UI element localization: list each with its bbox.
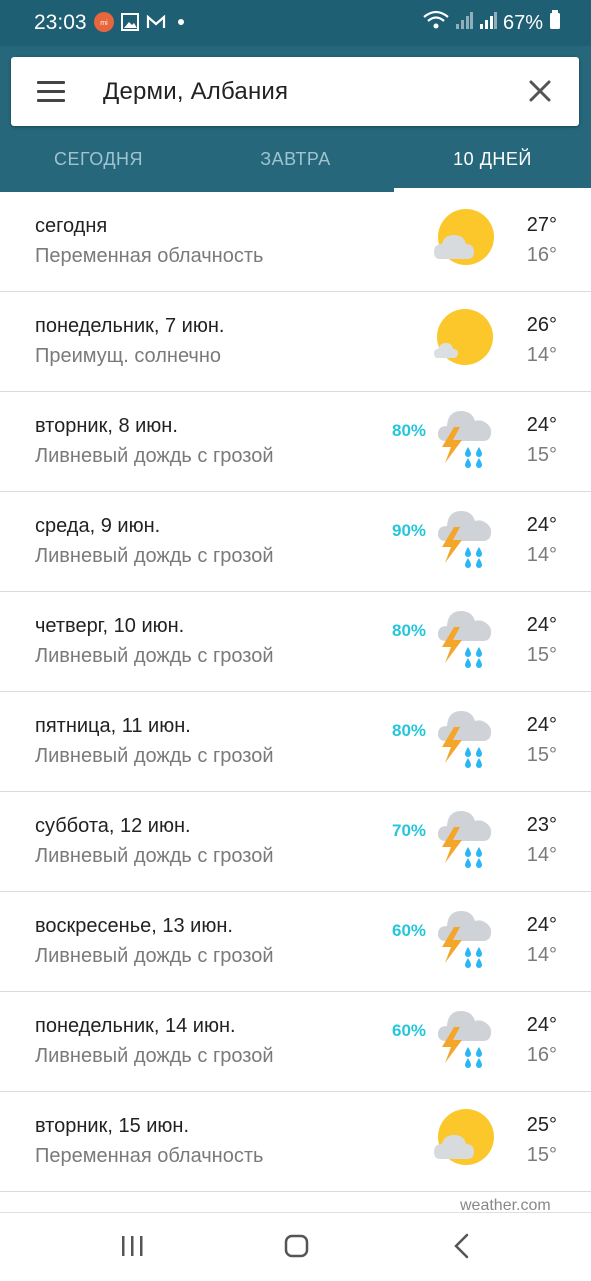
gallery-icon [120,12,140,32]
navigation-bar [0,1212,591,1281]
low-temperature: 15° [526,1144,557,1166]
forecast-day: суббота, 12 июн. [35,815,191,837]
low-temperature: 16° [526,1044,557,1066]
dot-icon [176,12,186,32]
precipitation-chance: 80% [391,421,427,440]
forecast-list: сегодня Переменная облачность 27° 16° понеде… [0,192,591,1192]
high-temperature: 24° [526,514,557,536]
precipitation-chance: 60% [391,921,427,940]
precipitation-chance: 60% [391,1021,427,1040]
high-temperature: 24° [526,714,557,736]
forecast-description: Ливневый дождь с грозой [35,745,274,767]
forecast-row[interactable]: суббота, 12 июн. Ливневый дождь с грозой 7… [0,792,591,892]
thunderstorm-icon [432,907,496,971]
svg-text:mi: mi [100,20,108,27]
forecast-row[interactable]: воскресенье, 13 июн. Ливневый дождь с гро… [0,892,591,992]
battery-percent: 67% [502,11,543,34]
forecast-day: вторник, 8 июн. [35,415,178,437]
partly-cloudy-icon [432,207,496,271]
forecast-row[interactable]: вторник, 15 июн. Переменная облачность 25°… [0,1092,591,1192]
recents-icon[interactable] [120,1235,146,1262]
high-temperature: 23° [526,814,557,836]
forecast-row[interactable]: четверг, 10 июн. Ливневый дождь с грозой 8… [0,592,591,692]
location-search-bar[interactable]: Дерми, Албания [11,57,579,126]
high-temperature: 26° [526,314,557,336]
thunderstorm-icon [432,407,496,471]
forecast-day: понедельник, 14 июн. [35,1015,236,1037]
thunderstorm-icon [432,507,496,571]
tabs: СЕГОДНЯ ЗАВТРА 10 ДНЕЙ [0,142,591,192]
forecast-day: четверг, 10 июн. [35,615,185,637]
forecast-day: пятница, 11 июн. [35,715,191,737]
forecast-description: Переменная облачность [35,245,264,267]
low-temperature: 14° [526,944,557,966]
forecast-day: среда, 9 июн. [35,515,161,537]
forecast-row[interactable]: вторник, 8 июн. Ливневый дождь с грозой 80… [0,392,591,492]
weather-source: weather.com [460,1197,551,1211]
back-icon[interactable] [452,1233,472,1264]
forecast-description: Ливневый дождь с грозой [35,445,274,467]
high-temperature: 25° [526,1114,557,1136]
high-temperature: 24° [526,914,557,936]
wifi-icon [423,10,449,36]
forecast-description: Ливневый дождь с грозой [35,1045,274,1067]
high-temperature: 24° [526,614,557,636]
precipitation-chance: 90% [391,521,427,540]
precipitation-chance: 80% [391,621,427,640]
low-temperature: 16° [526,244,557,266]
thunderstorm-icon [432,1007,496,1071]
mostly-sunny-icon [432,307,496,371]
menu-icon[interactable] [37,81,65,103]
forecast-description: Ливневый дождь с грозой [35,545,274,567]
forecast-day: вторник, 15 июн. [35,1115,190,1137]
tab-today[interactable]: СЕГОДНЯ [0,142,197,192]
forecast-day: понедельник, 7 июн. [35,315,225,337]
forecast-description: Ливневый дождь с грозой [35,645,274,667]
mi-notification-icon: mi [93,12,115,32]
signal-icon [479,10,497,36]
thunderstorm-icon [432,707,496,771]
high-temperature: 24° [526,414,557,436]
high-temperature: 24° [526,1014,557,1036]
status-bar: 23:03 mi 67% [0,0,591,46]
signal-icon [455,10,473,36]
low-temperature: 14° [526,544,557,566]
forecast-description: Ливневый дождь с грозой [35,845,274,867]
low-temperature: 14° [526,844,557,866]
tab-tomorrow[interactable]: ЗАВТРА [197,142,394,192]
home-icon[interactable] [283,1233,311,1264]
high-temperature: 27° [526,214,557,236]
forecast-day: воскресенье, 13 июн. [35,915,233,937]
forecast-description: Переменная облачность [35,1145,264,1167]
low-temperature: 15° [526,644,557,666]
forecast-row[interactable]: среда, 9 июн. Ливневый дождь с грозой 90% 2… [0,492,591,592]
location-name[interactable]: Дерми, Албания [103,78,288,106]
low-temperature: 14° [526,344,557,366]
forecast-description: Ливневый дождь с грозой [35,945,274,967]
forecast-day: сегодня [35,215,108,237]
close-icon[interactable] [527,78,553,104]
forecast-row[interactable]: пятница, 11 июн. Ливневый дождь с грозой 8… [0,692,591,792]
status-time: 23:03 [34,11,87,34]
tab-10-days[interactable]: 10 ДНЕЙ [394,142,591,192]
app-header: Дерми, Албания СЕГОДНЯ ЗАВТРА 10 ДНЕЙ [0,46,591,192]
battery-icon [549,10,561,36]
forecast-description: Преимущ. солнечно [35,345,222,367]
thunderstorm-icon [432,607,496,671]
precipitation-chance: 70% [391,821,427,840]
partly-cloudy-icon [432,1107,496,1171]
forecast-row[interactable]: сегодня Переменная облачность 27° 16° [0,192,591,292]
low-temperature: 15° [526,744,557,766]
precipitation-chance: 80% [391,721,427,740]
thunderstorm-icon [432,807,496,871]
forecast-row[interactable]: понедельник, 7 июн. Преимущ. солнечно 26° 1… [0,292,591,392]
gmail-icon [145,12,167,32]
low-temperature: 15° [526,444,557,466]
forecast-row[interactable]: понедельник, 14 июн. Ливневый дождь с гро… [0,992,591,1092]
